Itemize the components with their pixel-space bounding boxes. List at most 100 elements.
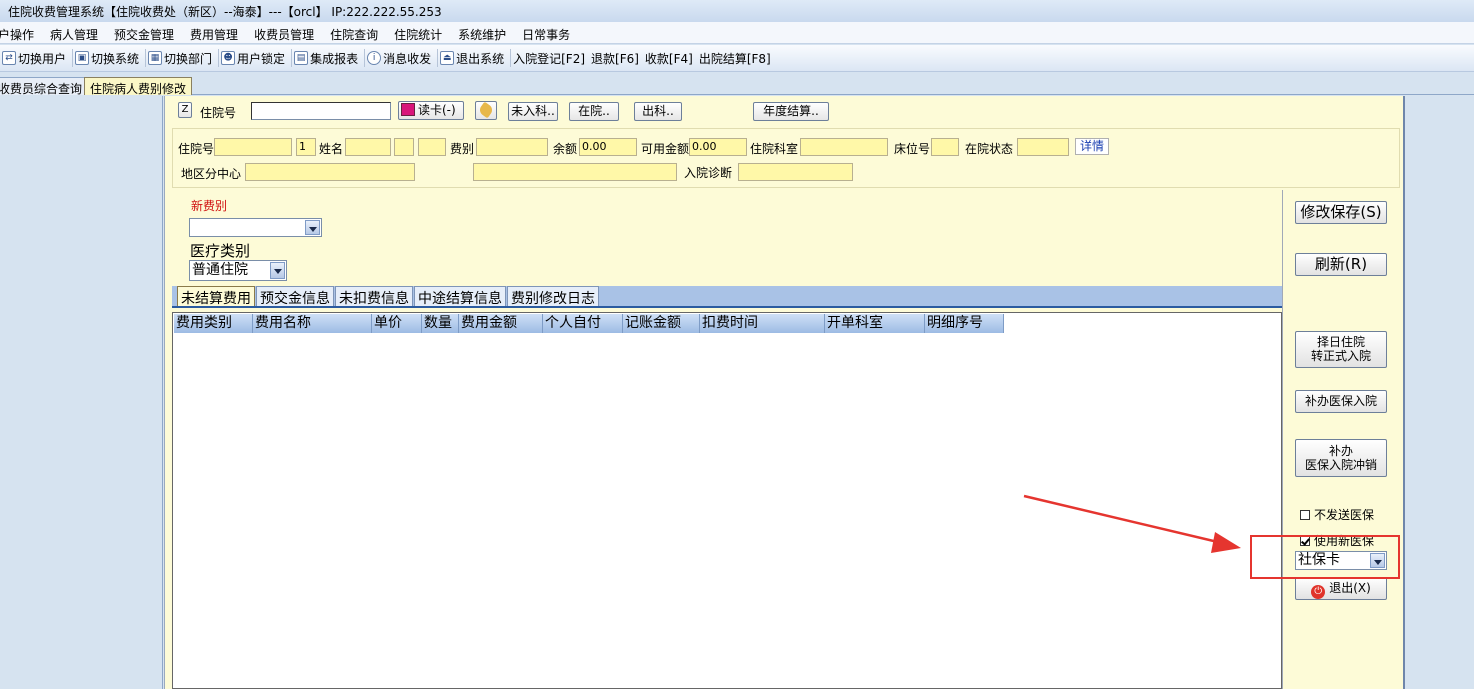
toolbar: ⇄ 切换用户 ▣ 切换系统 ▦ 切换部门 ☻ 用户锁定 ▤ 集成报表 i 消息收发 ⏏ 退出系…: [0, 45, 1474, 72]
message-button[interactable]: i 消息收发: [365, 49, 439, 67]
user-lock-button[interactable]: ☻ 用户锁定: [219, 49, 293, 67]
right-pane: [1406, 96, 1474, 689]
convert-admission-button[interactable]: 择日住院 转正式入院: [1295, 331, 1387, 368]
detail-tabs: 未结算费用 预交金信息 未扣费信息 中途结算信息 费别修改日志: [172, 286, 1282, 308]
column-header[interactable]: 个人自付: [543, 314, 623, 333]
chevron-down-icon[interactable]: [270, 262, 285, 279]
column-header[interactable]: 开单科室: [825, 314, 925, 333]
discharged-button[interactable]: 出科..: [634, 102, 682, 121]
switch-system-icon: ▣: [75, 51, 90, 65]
column-header[interactable]: 费用类别: [174, 314, 253, 333]
left-pane: [0, 96, 163, 689]
menu-stats[interactable]: 住院统计: [386, 22, 450, 43]
tab-undeducted-info[interactable]: 未扣费信息: [335, 286, 413, 307]
inpatient-no-label: 住院号: [178, 142, 215, 156]
balance-field[interactable]: 0.00: [579, 138, 637, 156]
name-field[interactable]: [345, 138, 391, 156]
inpatient-search-input[interactable]: [251, 102, 391, 120]
fee-type-field[interactable]: [476, 138, 548, 156]
status-label: 在院状态: [965, 142, 1014, 156]
bed-label: 床位号: [894, 142, 931, 156]
menu-deposit[interactable]: 预交金管理: [106, 22, 182, 43]
inpatient-no-field[interactable]: [214, 138, 292, 156]
read-card-button[interactable]: 读卡(-): [398, 101, 464, 120]
med-type-label: 医疗类别: [190, 242, 251, 260]
region-label: 地区分中心: [181, 167, 242, 181]
balance-label: 余额: [553, 142, 578, 156]
sex-field[interactable]: [394, 138, 414, 156]
column-header[interactable]: 单价: [372, 314, 422, 333]
chevron-down-icon[interactable]: [305, 220, 320, 235]
dept-field[interactable]: [800, 138, 888, 156]
switch-system-button[interactable]: ▣ 切换系统: [73, 49, 147, 67]
cancel-insurance-button[interactable]: 补办 医保入院冲销: [1295, 439, 1387, 477]
switch-user-icon: ⇄: [2, 51, 16, 65]
menu-cashier[interactable]: 收费员管理: [246, 22, 322, 43]
user-lock-icon: ☻: [221, 51, 236, 65]
search-inpatient-label: 住院号: [200, 106, 237, 120]
switch-dept-icon: ▦: [148, 51, 163, 65]
tab-fee-change-log[interactable]: 费别修改日志: [507, 286, 599, 307]
bed-field[interactable]: [931, 138, 959, 156]
tab-deposit-info[interactable]: 预交金信息: [256, 286, 334, 307]
menu-maintenance[interactable]: 系统维护: [450, 22, 514, 43]
menu-fee[interactable]: 费用管理: [182, 22, 246, 43]
inpatient-seq-field[interactable]: 1: [296, 138, 316, 156]
diag-label: 入院诊断: [684, 166, 733, 180]
age-field[interactable]: [418, 138, 446, 156]
exit-button[interactable]: ⏻ 退出(X): [1295, 577, 1387, 600]
z-button[interactable]: Z: [178, 102, 192, 118]
annual-settle-button[interactable]: 年度结算..: [753, 102, 829, 121]
save-button[interactable]: 修改保存(S): [1295, 201, 1387, 224]
column-header[interactable]: 费用名称: [253, 314, 372, 333]
menu-user-ops[interactable]: 户操作: [0, 22, 42, 43]
exit-icon: ⏏: [440, 51, 455, 65]
no-send-insurance-checkbox[interactable]: 不发送医保: [1300, 506, 1374, 523]
menu-patient[interactable]: 病人管理: [42, 22, 106, 43]
status-field[interactable]: [1017, 138, 1069, 156]
clear-button[interactable]: [475, 101, 497, 120]
fee-grid[interactable]: 费用类别 费用名称 单价 数量 费用金额 个人自付 记账金额 扣费时间 开单科室…: [172, 312, 1282, 689]
column-header[interactable]: 数量: [422, 314, 459, 333]
detail-link[interactable]: 详情: [1075, 138, 1109, 155]
supplement-insurance-button[interactable]: 补办医保入院: [1295, 390, 1387, 413]
column-header[interactable]: 明细序号: [925, 314, 1004, 333]
column-header[interactable]: 扣费时间: [700, 314, 825, 333]
tab-fee-type-edit[interactable]: 住院病人费别修改: [84, 77, 193, 96]
refund-button[interactable]: 退款[F6]: [591, 49, 645, 67]
message-icon: i: [367, 51, 382, 65]
window-title: 住院收费管理系统【住院收费处（新区）--海泰】---【orcl】 IP:222.…: [0, 0, 1474, 22]
not-admitted-button[interactable]: 未入科..: [508, 102, 558, 121]
switch-user-button[interactable]: ⇄ 切换用户: [0, 49, 74, 67]
collect-button[interactable]: 收款[F4]: [645, 49, 699, 67]
menu-daily[interactable]: 日常事务: [514, 22, 578, 43]
report-icon: ▤: [294, 51, 309, 65]
menu-query[interactable]: 住院查询: [322, 22, 386, 43]
in-hospital-button[interactable]: 在院..: [569, 102, 619, 121]
tab-cashier-query[interactable]: 收费员综合查询: [0, 77, 89, 96]
tab-interim-settlement[interactable]: 中途结算信息: [414, 286, 506, 307]
action-panel: 修改保存(S) 刷新(R) 择日住院 转正式入院 补办医保入院 补办 医保入院冲…: [1282, 190, 1403, 689]
card-reader-icon: [401, 103, 415, 116]
report-button[interactable]: ▤ 集成报表: [292, 49, 366, 67]
switch-dept-button[interactable]: ▦ 切换部门: [146, 49, 220, 67]
discharge-settle-button[interactable]: 出院结算[F8]: [699, 49, 777, 67]
available-label: 可用金额: [641, 142, 690, 156]
diag-field[interactable]: [738, 163, 853, 181]
broom-icon: [477, 101, 495, 119]
dept-label: 住院科室: [750, 142, 799, 156]
tab-unsettled-fees[interactable]: 未结算费用: [177, 286, 255, 307]
refresh-button[interactable]: 刷新(R): [1295, 253, 1387, 276]
admission-button[interactable]: 入院登记[F2]: [511, 49, 591, 67]
available-field[interactable]: 0.00: [689, 138, 747, 156]
column-header[interactable]: 记账金额: [623, 314, 700, 333]
region-field[interactable]: [245, 163, 415, 181]
new-fee-select[interactable]: [189, 218, 322, 237]
fee-type-label: 费别: [450, 142, 475, 156]
exit-system-button[interactable]: ⏏ 退出系统: [438, 49, 512, 67]
med-type-select[interactable]: 普通住院: [189, 260, 287, 281]
column-header[interactable]: 费用金额: [459, 314, 543, 333]
region-name-field[interactable]: [473, 163, 677, 181]
menu-bar: 户操作 病人管理 预交金管理 费用管理 收费员管理 住院查询 住院统计 系统维护…: [0, 22, 1474, 44]
power-icon: ⏻: [1311, 585, 1326, 599]
